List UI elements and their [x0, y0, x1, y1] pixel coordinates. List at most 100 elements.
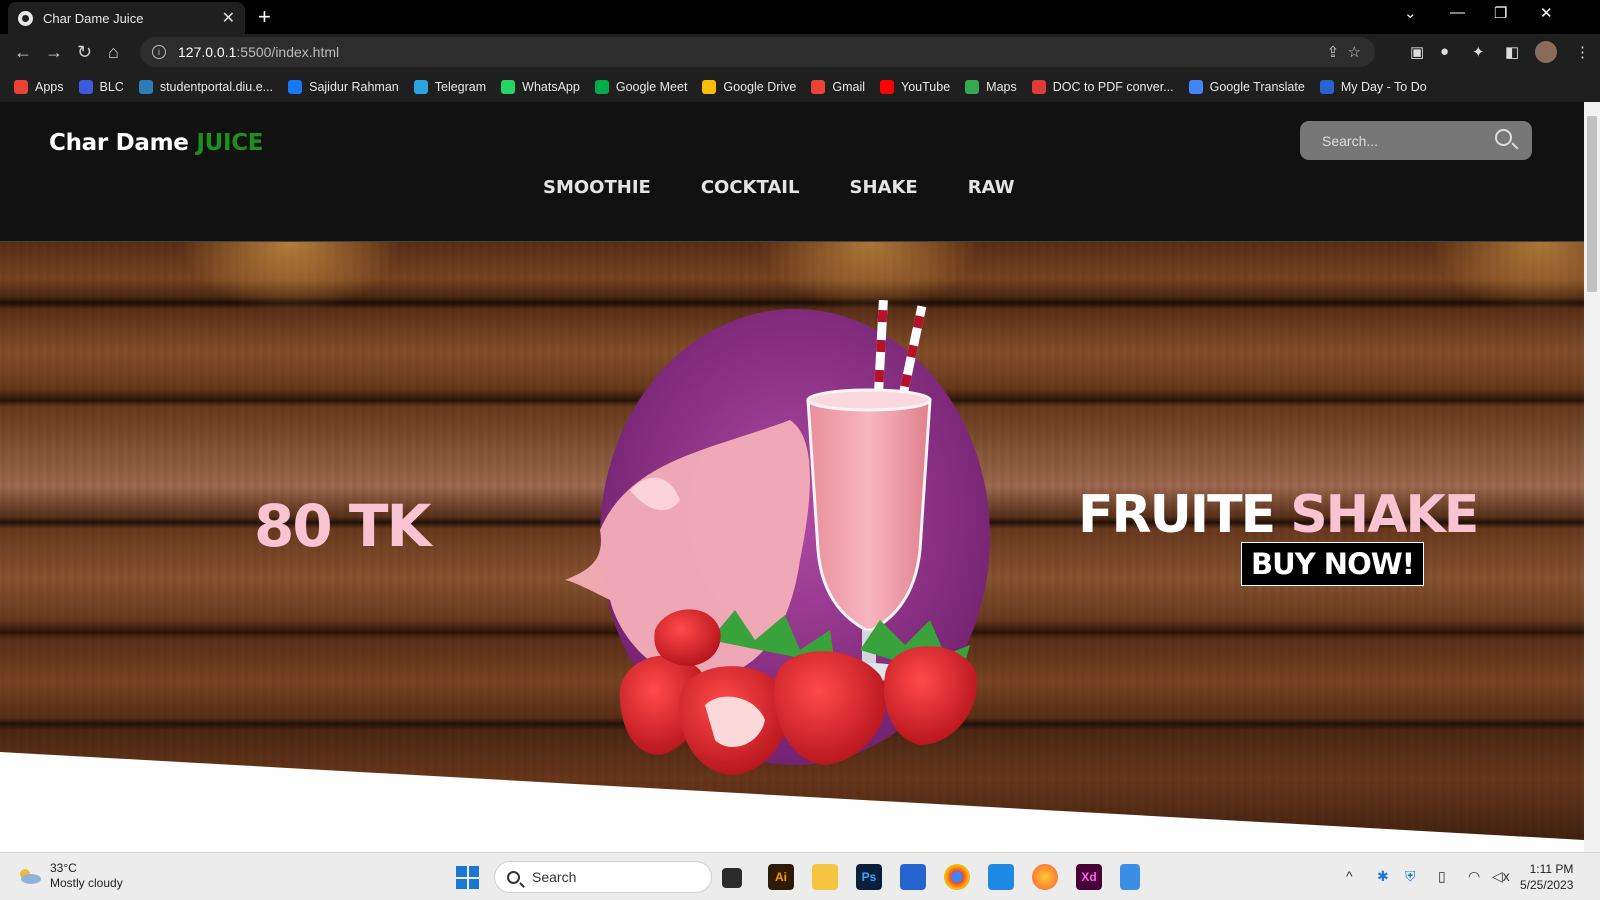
bookmark-label: Telegram	[434, 80, 487, 94]
color-extension-icon[interactable]: ●	[1440, 43, 1449, 60]
site-info-icon[interactable]: i	[152, 45, 166, 59]
tab-search-chevron-icon[interactable]: ⌄	[1404, 4, 1417, 22]
bookmark-item[interactable]: My Day - To Do	[1319, 80, 1427, 94]
bookmark-item[interactable]: Apps	[14, 80, 64, 94]
bookmark-favicon-icon	[288, 80, 303, 94]
wifi-icon[interactable]: ◠	[1468, 868, 1480, 885]
bookmark-favicon-icon	[880, 80, 895, 94]
nav-smoothie[interactable]: SMOOTHIE	[543, 177, 651, 198]
security-shield-icon[interactable]: ⛨	[1405, 868, 1416, 885]
bookmark-favicon-icon	[1319, 80, 1334, 94]
bookmark-favicon-icon	[594, 80, 609, 94]
main-nav: SMOOTHIE COCKTAIL SHAKE RAW	[543, 177, 1015, 198]
windows-start-icon[interactable]	[456, 866, 479, 889]
hero-banner: 80 TK FRUITE SHAKE BUY NOW!	[0, 242, 1584, 852]
taskbar-search-box[interactable]: Search	[494, 861, 712, 893]
logo-main-text: Char Dame	[49, 130, 197, 156]
cloud-sun-icon	[20, 869, 41, 884]
site-logo[interactable]: Char Dame JUICE	[49, 130, 264, 156]
bookmark-label: Apps	[35, 80, 64, 94]
usb-icon[interactable]: ▯	[1438, 868, 1446, 885]
restore-icon[interactable]: ❐	[1494, 4, 1507, 22]
show-hidden-icons-chevron[interactable]: ^	[1346, 868, 1353, 884]
url-path: :5500/index.html	[236, 44, 340, 60]
bookmark-favicon-icon	[413, 80, 428, 94]
microsoft-store-icon[interactable]	[900, 864, 926, 890]
bookmark-item[interactable]: BLC	[78, 80, 124, 94]
forward-arrow-icon[interactable]: →	[45, 42, 63, 63]
windows-taskbar: 33°C Mostly cloudy Search Ai Ps Xd ^ ✱ ⛨…	[0, 852, 1600, 900]
browser-tab-active[interactable]: Char Dame Juice ✕	[8, 2, 245, 34]
nav-raw[interactable]: RAW	[968, 177, 1015, 198]
page-scrollbar[interactable]	[1584, 102, 1600, 852]
bookmark-favicon-icon	[501, 80, 516, 94]
clock-time: 1:11 PM	[1529, 862, 1574, 876]
notepad-icon[interactable]	[1120, 864, 1140, 890]
tab-title: Char Dame Juice	[43, 10, 144, 26]
kebab-menu-icon[interactable]: ⋮	[1575, 43, 1590, 61]
web-page: Char Dame JUICE Search... SMOOTHIE COCKT…	[0, 102, 1584, 852]
bookmark-label: My Day - To Do	[1340, 80, 1427, 94]
nav-cocktail[interactable]: COCKTAIL	[701, 177, 800, 198]
search-icon[interactable]	[1495, 129, 1512, 146]
bookmark-item[interactable]: Google Drive	[702, 80, 796, 94]
illustrator-icon[interactable]: Ai	[768, 864, 794, 890]
home-icon[interactable]: ⌂	[108, 42, 119, 63]
bookmarks-bar: Apps BLC studentportal.diu.e... Sajidur Rah…	[0, 72, 1600, 102]
nav-shake[interactable]: SHAKE	[849, 177, 917, 198]
bookmark-item[interactable]: Maps	[965, 80, 1017, 94]
bookmark-label: Gmail	[832, 80, 866, 94]
reload-icon[interactable]: ↻	[77, 42, 92, 63]
adobe-xd-icon[interactable]: Xd	[1076, 864, 1102, 890]
extensions-puzzle-icon[interactable]: ✦	[1472, 43, 1485, 61]
file-explorer-icon[interactable]	[812, 864, 838, 890]
new-tab-button[interactable]: +	[258, 4, 271, 30]
minimize-icon[interactable]: —	[1450, 4, 1465, 21]
vscode-icon[interactable]	[988, 864, 1014, 890]
bookmark-favicon-icon	[965, 80, 980, 94]
bookmark-favicon-icon	[811, 80, 826, 94]
screen-record-extension-icon[interactable]: ▣	[1410, 43, 1424, 61]
bookmark-item[interactable]: WhatsApp	[501, 80, 580, 94]
back-arrow-icon[interactable]: ←	[14, 42, 32, 63]
bookmark-item[interactable]: DOC to PDF conver...	[1031, 80, 1174, 94]
bookmark-item[interactable]: YouTube	[880, 80, 950, 94]
firefox-icon[interactable]	[1032, 864, 1058, 890]
side-panel-icon[interactable]: ◧	[1505, 43, 1519, 61]
bookmark-item[interactable]: Sajidur Rahman	[288, 80, 399, 94]
bookmark-label: Sajidur Rahman	[309, 80, 399, 94]
strawberry-shake-image	[565, 300, 990, 775]
bookmark-item[interactable]: Google Translate	[1188, 80, 1305, 94]
profile-avatar[interactable]	[1535, 41, 1557, 63]
bluetooth-icon[interactable]: ✱	[1377, 868, 1389, 885]
bookmark-item[interactable]: studentportal.diu.e...	[138, 80, 273, 94]
bookmark-item[interactable]: Telegram	[413, 80, 487, 94]
photoshop-icon[interactable]: Ps	[856, 864, 882, 890]
weather-desc: Mostly cloudy	[50, 876, 123, 890]
window-close-icon[interactable]: ✕	[1540, 4, 1553, 22]
task-view-icon[interactable]	[722, 868, 742, 888]
bookmark-label: Google Translate	[1209, 80, 1305, 94]
tab-close-icon[interactable]: ✕	[222, 8, 235, 28]
search-placeholder: Search...	[1322, 132, 1379, 149]
system-clock[interactable]: 1:11 PM 5/25/2023	[1520, 861, 1573, 893]
weather-widget[interactable]: 33°C Mostly cloudy	[16, 861, 123, 891]
scrollbar-thumb[interactable]	[1587, 116, 1597, 292]
bookmark-favicon-icon	[1188, 80, 1203, 94]
bookmark-item[interactable]: Gmail	[811, 80, 865, 94]
bookmark-favicon-icon	[78, 80, 93, 94]
site-search-input[interactable]: Search...	[1300, 121, 1532, 160]
address-bar[interactable]: i 127.0.0.1 :5500/index.html ⇪ ☆	[140, 37, 1375, 67]
buy-now-button[interactable]: BUY NOW!	[1241, 542, 1424, 586]
headline-white: FRUITE	[1078, 485, 1291, 545]
bookmark-label: Maps	[986, 80, 1017, 94]
price-label: 80 TK	[254, 492, 431, 560]
bookmark-star-icon[interactable]: ⇪ ☆	[1327, 43, 1361, 61]
bookmark-item[interactable]: Google Meet	[594, 80, 687, 94]
browser-toolbar: ← → ↻ ⌂ i 127.0.0.1 :5500/index.html ⇪ ☆…	[0, 34, 1600, 72]
headline-pink: SHAKE	[1290, 485, 1479, 545]
site-header: Char Dame JUICE Search... SMOOTHIE COCKT…	[0, 102, 1584, 242]
volume-muted-icon[interactable]: ◁x	[1492, 868, 1510, 885]
hero-headline: FRUITE SHAKE	[1078, 485, 1479, 545]
chrome-icon[interactable]	[944, 864, 970, 890]
